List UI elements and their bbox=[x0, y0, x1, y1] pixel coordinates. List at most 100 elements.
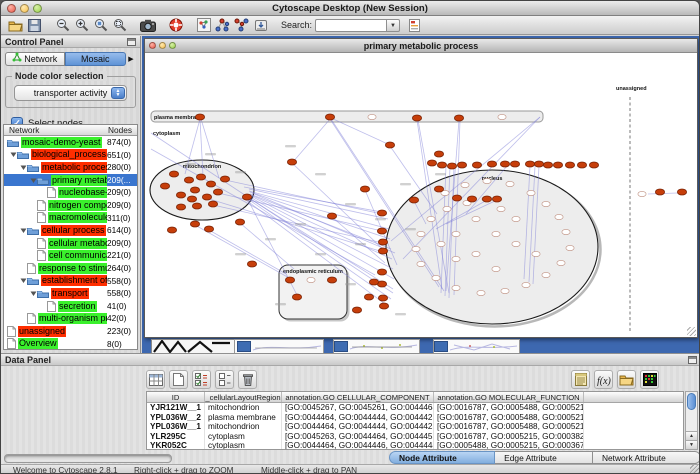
background-network-fragment[interactable] bbox=[151, 339, 235, 353]
network-node-highlighted bbox=[287, 159, 296, 165]
network-node-unselected bbox=[412, 246, 420, 251]
table-row-ypl036w__2[interactable]: YPL036W__2plasma membrane[GO:0044464, GO… bbox=[147, 413, 683, 423]
new-network-icon[interactable] bbox=[195, 17, 212, 34]
open-network-icon[interactable] bbox=[7, 17, 24, 34]
zoom-in-icon[interactable] bbox=[73, 17, 90, 34]
search-dropdown-arrow-icon[interactable]: ▼ bbox=[387, 19, 400, 32]
background-window-strip[interactable] bbox=[433, 339, 520, 353]
scrollbar-thumb[interactable] bbox=[687, 393, 696, 410]
tree-row-nitrogen-compo[interactable]: nitrogen compo209(0) bbox=[4, 199, 137, 212]
minimize-view-button[interactable] bbox=[159, 42, 166, 49]
background-window-strip[interactable] bbox=[234, 339, 324, 353]
tree-expander-icon[interactable] bbox=[29, 177, 37, 184]
network-window-titlebar[interactable]: primary metabolic process bbox=[145, 39, 697, 53]
table-scrollbar[interactable]: ▲ ▼ bbox=[685, 391, 698, 450]
search-config-icon[interactable] bbox=[406, 17, 423, 34]
tree-row-mosaic-demo-yeast[interactable]: mosaic-demo-yeast874(0) bbox=[4, 136, 137, 149]
tab-overflow-arrow-icon[interactable]: ▶ bbox=[126, 55, 137, 63]
compartment-label: endoplasmic reticulum bbox=[283, 269, 343, 275]
close-view-button[interactable] bbox=[149, 42, 156, 49]
scroll-up-icon[interactable]: ▲ bbox=[686, 431, 697, 440]
window-resize-grip[interactable] bbox=[690, 465, 700, 474]
column-header-molecular-function[interactable]: annotation.GO MOLECULAR_FUNCTION bbox=[434, 392, 584, 402]
background-window-strip[interactable] bbox=[333, 339, 420, 353]
tab-network[interactable]: Network bbox=[5, 52, 66, 66]
network-node-unselected bbox=[527, 190, 535, 195]
tree-row-secretion[interactable]: secretion41(0) bbox=[4, 300, 137, 313]
scroll-down-icon[interactable]: ▼ bbox=[686, 440, 697, 449]
network-node-highlighted bbox=[457, 162, 466, 168]
tree-row-transport[interactable]: transport558(0) bbox=[4, 287, 137, 300]
delete-attribute-icon[interactable] bbox=[238, 370, 257, 389]
tree-row-cellular-process[interactable]: cellular process614(0) bbox=[4, 224, 137, 237]
column-header-id[interactable]: ID bbox=[147, 392, 205, 402]
tab-node-attribute-browser[interactable]: Node Attribute Browser bbox=[389, 451, 495, 464]
select-from-network-icon[interactable] bbox=[233, 17, 250, 34]
tree-expander-icon[interactable] bbox=[9, 151, 17, 158]
svg-text:f(x): f(x) bbox=[597, 376, 612, 386]
column-header-cellular-component[interactable]: annotation.GO CELLULAR_COMPONENT bbox=[282, 392, 434, 402]
tree-expander-icon[interactable] bbox=[19, 164, 27, 171]
view-resize-grip[interactable] bbox=[687, 327, 696, 336]
select-attributes-icon[interactable] bbox=[192, 370, 211, 389]
tree-row-metabolic-process[interactable]: metabolic process280(0) bbox=[4, 161, 137, 174]
table-row-ypl036w__1[interactable]: YPL036W__1mitochondrion[GO:0044464, GO:0… bbox=[147, 422, 683, 432]
zoom-window-button[interactable] bbox=[33, 4, 42, 13]
tree-row-cell-communicat[interactable]: cell communicat221(0) bbox=[4, 249, 137, 262]
tree-row-overview[interactable]: Overview8(0) bbox=[4, 338, 137, 351]
zoom-view-button[interactable] bbox=[169, 42, 176, 49]
node-color-dropdown[interactable]: transporter activity ▲▼ bbox=[14, 85, 127, 101]
tree-row-label: mosaic-demo-yeast bbox=[21, 137, 102, 148]
tree-expander-icon[interactable] bbox=[19, 277, 27, 284]
network-node-unselected bbox=[555, 214, 563, 219]
save-session-icon[interactable] bbox=[26, 17, 43, 34]
tab-network-attribute-browser[interactable]: Network Attribute Browser bbox=[593, 451, 700, 464]
unselect-attributes-icon[interactable] bbox=[215, 370, 234, 389]
tree-row-primary-metabo[interactable]: primary metabo209(... bbox=[4, 174, 137, 187]
tree-row-macromolecule[interactable]: macromolecule311(0) bbox=[4, 212, 137, 225]
table-row-ylr295c[interactable]: YLR295Ccytoplasm[GO:0045263, GO:0044464,… bbox=[147, 432, 683, 442]
close-window-button[interactable] bbox=[7, 4, 16, 13]
network-node-highlighted bbox=[472, 162, 481, 168]
create-attribute-icon[interactable] bbox=[169, 370, 188, 389]
tab-edge-attribute-browser[interactable]: Edge Attribute Browser bbox=[495, 451, 593, 464]
column-header-region[interactable]: _cellularLayoutRegion bbox=[205, 392, 282, 402]
snapshot-icon[interactable] bbox=[139, 17, 156, 34]
tree-row-unassigned[interactable]: unassigned223(0) bbox=[4, 325, 137, 338]
file-icon bbox=[37, 250, 46, 261]
float-panel-icon[interactable] bbox=[127, 38, 136, 46]
search-input[interactable] bbox=[315, 19, 387, 32]
tree-row-biological-process[interactable]: biological_process651(0) bbox=[4, 149, 137, 162]
function-builder-icon[interactable]: f(x) bbox=[594, 370, 613, 389]
tree-row-multi-organism-pro[interactable]: multi-organism pro42(0) bbox=[4, 312, 137, 325]
tree-column-network[interactable]: Network bbox=[4, 125, 39, 135]
annotation-pad-icon[interactable] bbox=[571, 370, 590, 389]
zoom-fit-icon[interactable] bbox=[111, 17, 128, 34]
tree-expander-icon[interactable] bbox=[29, 290, 37, 297]
select-neighbors-icon[interactable] bbox=[214, 17, 231, 34]
help-ring-icon[interactable] bbox=[167, 17, 184, 34]
float-panel-icon[interactable] bbox=[688, 356, 697, 364]
minimize-window-button[interactable] bbox=[20, 4, 29, 13]
import-annotation-icon[interactable] bbox=[252, 17, 269, 34]
zoom-selected-icon[interactable] bbox=[92, 17, 109, 34]
table-cell: mitochondrion bbox=[205, 403, 282, 413]
tree-row-label: primary metabo bbox=[51, 175, 116, 186]
network-node-unselected bbox=[452, 231, 460, 236]
table-row-ykr052c[interactable]: YKR052Ccytoplasm[GO:0044464, GO:0044446,… bbox=[147, 441, 683, 450]
matrix-icon[interactable] bbox=[640, 370, 659, 389]
tree-column-nodes[interactable]: Nodes bbox=[108, 125, 132, 136]
import-attributes-icon[interactable] bbox=[617, 370, 636, 389]
zoom-out-icon[interactable] bbox=[54, 17, 71, 34]
folder-icon bbox=[27, 226, 39, 235]
node-label-blur bbox=[295, 223, 306, 225]
tree-row-establishment-of-lo[interactable]: establishment of lo558(0) bbox=[4, 275, 137, 288]
tab-mosaic[interactable]: Mosaic bbox=[65, 52, 126, 66]
tree-row-response-to-stimulu[interactable]: response to stimulu264(0) bbox=[4, 262, 137, 275]
tree-row-cellular-metabol[interactable]: cellular metabol209(0) bbox=[4, 237, 137, 250]
network-canvas[interactable]: plasma membranecytoplasmmitochondrionnuc… bbox=[145, 53, 697, 337]
table-row-yjr121w__1[interactable]: YJR121W__1mitochondrion[GO:0045267, GO:0… bbox=[147, 403, 683, 413]
tree-row-nucleobase-[interactable]: nucleobase-209(0) bbox=[4, 186, 137, 199]
tree-expander-icon[interactable] bbox=[19, 227, 27, 234]
attribute-table-icon[interactable] bbox=[146, 370, 165, 389]
